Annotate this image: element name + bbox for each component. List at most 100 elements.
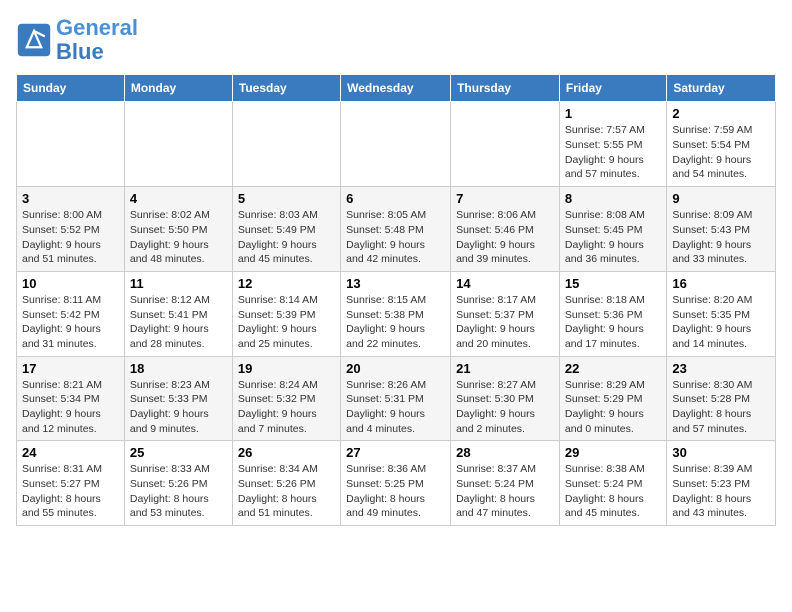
calendar-cell: 30 Sunrise: 8:39 AM Sunset: 5:23 PM Dayli…: [667, 441, 776, 526]
weekday-header-sunday: Sunday: [17, 75, 125, 102]
calendar-cell: [17, 102, 125, 187]
day-info: Sunrise: 8:06 AM Sunset: 5:46 PM Dayligh…: [456, 208, 554, 267]
day-info: Sunrise: 8:21 AM Sunset: 5:34 PM Dayligh…: [22, 378, 119, 437]
day-number: 5: [238, 191, 335, 206]
day-info: Sunrise: 8:24 AM Sunset: 5:32 PM Dayligh…: [238, 378, 335, 437]
calendar-cell: [451, 102, 560, 187]
calendar-cell: 25 Sunrise: 8:33 AM Sunset: 5:26 PM Dayli…: [124, 441, 232, 526]
day-number: 29: [565, 445, 661, 460]
day-number: 27: [346, 445, 445, 460]
day-number: 18: [130, 361, 227, 376]
day-number: 22: [565, 361, 661, 376]
day-number: 24: [22, 445, 119, 460]
calendar-cell: 19Sunrise: 8:24 AM Sunset: 5:32 PM Dayli…: [232, 356, 340, 441]
calendar-cell: 20 Sunrise: 8:26 AM Sunset: 5:31 PM Dayli…: [341, 356, 451, 441]
calendar-cell: 23 Sunrise: 8:30 AM Sunset: 5:28 PM Dayli…: [667, 356, 776, 441]
day-number: 15: [565, 276, 661, 291]
calendar-cell: 21 Sunrise: 8:27 AM Sunset: 5:30 PM Dayli…: [451, 356, 560, 441]
day-number: 21: [456, 361, 554, 376]
calendar-cell: 6 Sunrise: 8:05 AM Sunset: 5:48 PM Daylig…: [341, 187, 451, 272]
day-number: 6: [346, 191, 445, 206]
calendar-cell: 5 Sunrise: 8:03 AM Sunset: 5:49 PM Daylig…: [232, 187, 340, 272]
day-info: Sunrise: 8:09 AM Sunset: 5:43 PM Dayligh…: [672, 208, 770, 267]
page-header: GeneralBlue: [16, 16, 776, 64]
calendar-cell: 16 Sunrise: 8:20 AM Sunset: 5:35 PM Dayli…: [667, 271, 776, 356]
weekday-header-friday: Friday: [559, 75, 666, 102]
day-info: Sunrise: 7:57 AM Sunset: 5:55 PM Dayligh…: [565, 123, 661, 182]
day-number: 13: [346, 276, 445, 291]
day-info: Sunrise: 8:20 AM Sunset: 5:35 PM Dayligh…: [672, 293, 770, 352]
weekday-header-wednesday: Wednesday: [341, 75, 451, 102]
day-info: Sunrise: 8:29 AM Sunset: 5:29 PM Dayligh…: [565, 378, 661, 437]
logo: GeneralBlue: [16, 16, 138, 64]
day-number: 25: [130, 445, 227, 460]
day-number: 1: [565, 106, 661, 121]
day-info: Sunrise: 8:15 AM Sunset: 5:38 PM Dayligh…: [346, 293, 445, 352]
calendar-cell: 29Sunrise: 8:38 AM Sunset: 5:24 PM Dayli…: [559, 441, 666, 526]
day-number: 2: [672, 106, 770, 121]
calendar-cell: 17Sunrise: 8:21 AM Sunset: 5:34 PM Dayli…: [17, 356, 125, 441]
day-info: Sunrise: 8:03 AM Sunset: 5:49 PM Dayligh…: [238, 208, 335, 267]
day-info: Sunrise: 8:14 AM Sunset: 5:39 PM Dayligh…: [238, 293, 335, 352]
day-info: Sunrise: 8:37 AM Sunset: 5:24 PM Dayligh…: [456, 462, 554, 521]
day-number: 30: [672, 445, 770, 460]
day-info: Sunrise: 8:08 AM Sunset: 5:45 PM Dayligh…: [565, 208, 661, 267]
day-number: 20: [346, 361, 445, 376]
day-info: Sunrise: 8:18 AM Sunset: 5:36 PM Dayligh…: [565, 293, 661, 352]
logo-text: GeneralBlue: [56, 16, 138, 64]
day-number: 12: [238, 276, 335, 291]
calendar-cell: [232, 102, 340, 187]
day-info: Sunrise: 8:33 AM Sunset: 5:26 PM Dayligh…: [130, 462, 227, 521]
day-info: Sunrise: 8:34 AM Sunset: 5:26 PM Dayligh…: [238, 462, 335, 521]
day-number: 14: [456, 276, 554, 291]
weekday-header-thursday: Thursday: [451, 75, 560, 102]
weekday-header-tuesday: Tuesday: [232, 75, 340, 102]
day-info: Sunrise: 8:27 AM Sunset: 5:30 PM Dayligh…: [456, 378, 554, 437]
calendar-cell: 18 Sunrise: 8:23 AM Sunset: 5:33 PM Dayli…: [124, 356, 232, 441]
day-info: Sunrise: 8:05 AM Sunset: 5:48 PM Dayligh…: [346, 208, 445, 267]
calendar-cell: 2 Sunrise: 7:59 AM Sunset: 5:54 PM Daylig…: [667, 102, 776, 187]
calendar-cell: 13 Sunrise: 8:15 AM Sunset: 5:38 PM Dayli…: [341, 271, 451, 356]
day-info: Sunrise: 8:30 AM Sunset: 5:28 PM Dayligh…: [672, 378, 770, 437]
day-info: Sunrise: 8:23 AM Sunset: 5:33 PM Dayligh…: [130, 378, 227, 437]
logo-icon: [16, 22, 52, 58]
calendar-cell: 26 Sunrise: 8:34 AM Sunset: 5:26 PM Dayli…: [232, 441, 340, 526]
day-info: Sunrise: 7:59 AM Sunset: 5:54 PM Dayligh…: [672, 123, 770, 182]
calendar-table: SundayMondayTuesdayWednesdayThursdayFrid…: [16, 74, 776, 526]
day-number: 8: [565, 191, 661, 206]
day-number: 11: [130, 276, 227, 291]
day-number: 26: [238, 445, 335, 460]
day-info: Sunrise: 8:36 AM Sunset: 5:25 PM Dayligh…: [346, 462, 445, 521]
calendar-cell: 24 Sunrise: 8:31 AM Sunset: 5:27 PM Dayli…: [17, 441, 125, 526]
calendar-cell: 15 Sunrise: 8:18 AM Sunset: 5:36 PM Dayli…: [559, 271, 666, 356]
calendar-cell: 28 Sunrise: 8:37 AM Sunset: 5:24 PM Dayli…: [451, 441, 560, 526]
day-number: 23: [672, 361, 770, 376]
day-info: Sunrise: 8:00 AM Sunset: 5:52 PM Dayligh…: [22, 208, 119, 267]
calendar-cell: 8 Sunrise: 8:08 AM Sunset: 5:45 PM Daylig…: [559, 187, 666, 272]
day-info: Sunrise: 8:31 AM Sunset: 5:27 PM Dayligh…: [22, 462, 119, 521]
calendar-cell: 4 Sunrise: 8:02 AM Sunset: 5:50 PM Daylig…: [124, 187, 232, 272]
day-info: Sunrise: 8:39 AM Sunset: 5:23 PM Dayligh…: [672, 462, 770, 521]
day-number: 28: [456, 445, 554, 460]
day-number: 7: [456, 191, 554, 206]
calendar-cell: [124, 102, 232, 187]
calendar-cell: [341, 102, 451, 187]
calendar-cell: 9 Sunrise: 8:09 AM Sunset: 5:43 PM Daylig…: [667, 187, 776, 272]
day-info: Sunrise: 8:11 AM Sunset: 5:42 PM Dayligh…: [22, 293, 119, 352]
calendar-cell: 14 Sunrise: 8:17 AM Sunset: 5:37 PM Dayli…: [451, 271, 560, 356]
day-info: Sunrise: 8:17 AM Sunset: 5:37 PM Dayligh…: [456, 293, 554, 352]
calendar-cell: 27 Sunrise: 8:36 AM Sunset: 5:25 PM Dayli…: [341, 441, 451, 526]
day-number: 16: [672, 276, 770, 291]
day-info: Sunrise: 8:26 AM Sunset: 5:31 PM Dayligh…: [346, 378, 445, 437]
calendar-cell: 10 Sunrise: 8:11 AM Sunset: 5:42 PM Dayli…: [17, 271, 125, 356]
weekday-header-saturday: Saturday: [667, 75, 776, 102]
weekday-header-monday: Monday: [124, 75, 232, 102]
day-number: 9: [672, 191, 770, 206]
calendar-cell: 3 Sunrise: 8:00 AM Sunset: 5:52 PM Daylig…: [17, 187, 125, 272]
day-number: 10: [22, 276, 119, 291]
calendar-cell: 11 Sunrise: 8:12 AM Sunset: 5:41 PM Dayli…: [124, 271, 232, 356]
day-number: 4: [130, 191, 227, 206]
day-number: 3: [22, 191, 119, 206]
day-info: Sunrise: 8:02 AM Sunset: 5:50 PM Dayligh…: [130, 208, 227, 267]
day-info: Sunrise: 8:12 AM Sunset: 5:41 PM Dayligh…: [130, 293, 227, 352]
